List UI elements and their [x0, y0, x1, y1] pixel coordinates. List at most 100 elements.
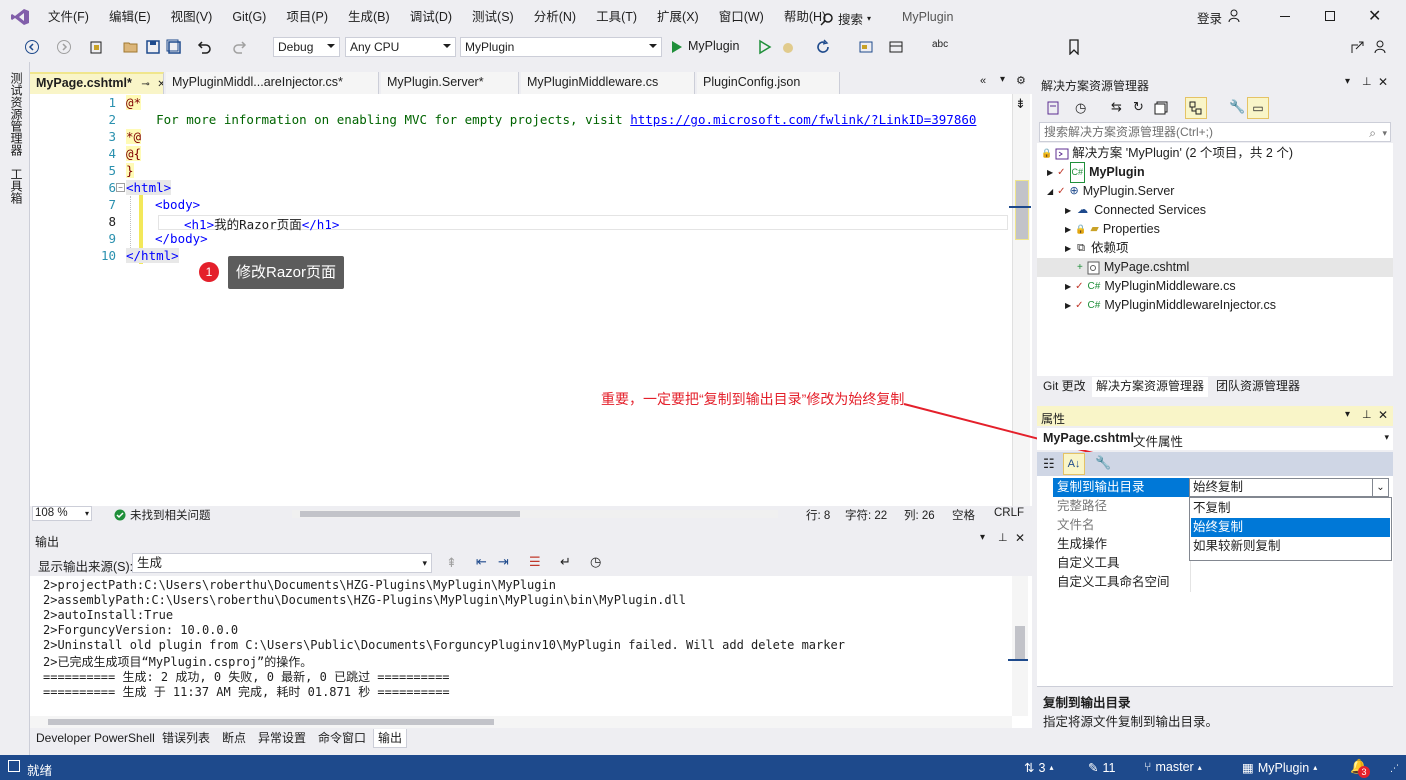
menu-file[interactable]: 文件(F): [38, 0, 99, 34]
tab-plugin-config[interactable]: PluginConfig.json: [697, 72, 840, 94]
menu-window[interactable]: 窗口(W): [709, 0, 774, 34]
code-editor[interactable]: 1 2 3 4 5 6 7 8 9 10 @* For more informa…: [30, 94, 1032, 506]
browser-link-icon[interactable]: [858, 39, 874, 55]
tab-solution-explorer[interactable]: 解决方案资源管理器: [1092, 377, 1209, 397]
fwlink-url[interactable]: https://go.microsoft.com/fwlink/?LinkID=…: [630, 112, 976, 127]
configuration-select[interactable]: Debug: [273, 37, 340, 57]
prop-custom-tool-namespace[interactable]: 自定义工具命名空间: [1053, 573, 1393, 592]
chevron-down-icon[interactable]: ⌄: [1372, 479, 1388, 496]
toolbox-tab[interactable]: 工具箱: [8, 168, 25, 204]
window-position-icon[interactable]: ▾: [980, 532, 985, 543]
pin-icon[interactable]: ⊥: [1362, 75, 1372, 88]
sync-icon[interactable]: ⇆: [1111, 99, 1122, 115]
menu-debug[interactable]: 调试(D): [400, 0, 462, 34]
word-wrap-icon[interactable]: ↵: [560, 554, 571, 570]
output-vertical-scrollbar[interactable]: [1008, 576, 1028, 716]
refresh-icon[interactable]: ↻: [1133, 99, 1144, 115]
tab-breakpoints[interactable]: 断点: [218, 729, 250, 748]
new-project-icon[interactable]: [89, 39, 105, 55]
tab-error-list[interactable]: 错误列表: [158, 729, 214, 748]
tab-overflow-icon[interactable]: «: [980, 75, 986, 87]
tree-connected-services[interactable]: ▶ ☁ Connected Services: [1065, 201, 1206, 220]
tree-mypage-cshtml[interactable]: + MyPage.cshtml: [1077, 258, 1189, 277]
layout-icon[interactable]: [888, 39, 904, 55]
tree-project-server[interactable]: ◢ ✓ ⊕ MyPlugin.Server: [1047, 182, 1174, 201]
scroll-thumb[interactable]: [1015, 180, 1029, 240]
start-run-label[interactable]: MyPlugin: [688, 39, 739, 53]
properties-wrench-icon[interactable]: 🔧: [1229, 99, 1245, 115]
close-tab-icon[interactable]: ✕: [157, 79, 163, 90]
close-icon[interactable]: ✕: [1378, 408, 1388, 422]
zoom-select[interactable]: 108 % ▾: [32, 506, 92, 521]
open-folder-icon[interactable]: [123, 39, 139, 55]
window-position-icon[interactable]: ▾: [1345, 76, 1350, 87]
tab-team-explorer[interactable]: 团队资源管理器: [1212, 377, 1304, 397]
tab-dropdown-icon[interactable]: ▾: [1000, 74, 1005, 85]
tree-middleware-cs[interactable]: ▶ ✓ C# MyPluginMiddleware.cs: [1065, 277, 1236, 296]
alphabetical-icon[interactable]: A↓: [1063, 453, 1085, 475]
output-text[interactable]: 2>projectPath:C:\Users\roberthu\Document…: [30, 576, 1032, 728]
search-icon[interactable]: ⌕: [1369, 124, 1376, 142]
navigate-forward-icon[interactable]: [56, 39, 72, 55]
properties-object-select[interactable]: MyPage.cshtml 文件属性 ▾: [1037, 428, 1393, 450]
prop-value-select[interactable]: 始终复制 ⌄: [1189, 478, 1389, 497]
login-link[interactable]: 登录: [1197, 8, 1222, 27]
copy-option-dropdown[interactable]: 不复制 始终复制 如果较新则复制: [1189, 497, 1392, 561]
tab-middleware-injector[interactable]: MyPluginMiddl...areInjector.cs*: [166, 72, 379, 94]
menu-build[interactable]: 生成(B): [338, 0, 400, 34]
eol-indicator[interactable]: CRLF: [994, 507, 1024, 519]
menu-extensions[interactable]: 扩展(X): [647, 0, 709, 34]
property-pages-icon[interactable]: 🔧: [1095, 455, 1111, 471]
split-icon[interactable]: ⇟: [1015, 96, 1026, 112]
tab-exception-settings[interactable]: 异常设置: [254, 729, 310, 748]
start-without-debug-icon[interactable]: [758, 39, 772, 55]
tab-output[interactable]: 输出: [373, 729, 408, 748]
timestamp-icon[interactable]: ◷: [590, 554, 601, 570]
settings-gear-icon[interactable]: ⚙: [1016, 74, 1026, 87]
window-position-icon[interactable]: ▾: [1345, 409, 1350, 420]
branch-selector[interactable]: ⑂ master ▴: [1144, 760, 1202, 774]
pin-icon[interactable]: ⊥: [1362, 408, 1372, 421]
startup-project-select[interactable]: MyPlugin: [460, 37, 662, 57]
repository-selector[interactable]: ▦ MyPlugin ▴: [1242, 760, 1317, 776]
option-copy-always[interactable]: 始终复制: [1191, 518, 1390, 537]
output-source-select[interactable]: 生成 ▾: [132, 553, 432, 573]
refresh-icon[interactable]: [815, 39, 831, 55]
close-button[interactable]: ✕: [1368, 6, 1381, 26]
minimize-button[interactable]: [1280, 16, 1290, 17]
tab-middleware[interactable]: MyPluginMiddleware.cs: [521, 72, 695, 94]
expand-arrow-icon[interactable]: ▶: [1065, 239, 1071, 258]
expand-arrow-icon[interactable]: ▶: [1065, 201, 1071, 220]
prev-message-icon[interactable]: ⇤: [476, 554, 487, 570]
indent-indicator[interactable]: 空格: [952, 507, 975, 523]
tab-mypage-cshtml[interactable]: MyPage.cshtml* ⊸ ✕: [30, 72, 164, 94]
pending-changes[interactable]: ✎ 11: [1088, 760, 1115, 776]
expand-arrow-icon[interactable]: ▶: [1047, 163, 1053, 182]
tab-plugin-server[interactable]: MyPlugin.Server*: [381, 72, 519, 94]
tree-project-myplugin[interactable]: ▶ ✓ C# MyPlugin: [1047, 162, 1145, 183]
next-message-icon[interactable]: ⇥: [498, 554, 509, 570]
history-icon[interactable]: ◷: [1075, 100, 1086, 116]
save-icon[interactable]: [145, 39, 161, 55]
expand-arrow-icon[interactable]: ▶: [1065, 296, 1071, 315]
menu-tools[interactable]: 工具(T): [586, 0, 647, 34]
undo-icon[interactable]: [196, 39, 212, 55]
option-do-not-copy[interactable]: 不复制: [1191, 499, 1390, 518]
test-explorer-tab[interactable]: 测试资源管理器: [8, 72, 25, 156]
menu-test[interactable]: 测试(S): [462, 0, 524, 34]
prop-copy-to-output[interactable]: 复制到输出目录 始终复制 ⌄: [1053, 478, 1393, 497]
scroll-thumb[interactable]: [300, 511, 520, 517]
platform-select[interactable]: Any CPU: [345, 37, 456, 57]
start-icon[interactable]: [670, 39, 684, 55]
tab-command-window[interactable]: 命令窗口: [314, 729, 370, 748]
redo-icon[interactable]: [232, 39, 248, 55]
scroll-thumb[interactable]: [1015, 626, 1025, 661]
chevron-down-icon[interactable]: ▾: [1382, 124, 1387, 142]
save-all-icon[interactable]: [166, 39, 182, 55]
preview-selected-icon[interactable]: ▭: [1247, 97, 1269, 119]
output-horizontal-scrollbar[interactable]: [30, 716, 1012, 728]
tree-properties[interactable]: ▶ 🔒 ▰ Properties: [1065, 220, 1160, 239]
collapse-toggle[interactable]: −: [116, 183, 125, 192]
close-icon[interactable]: ✕: [1015, 531, 1025, 545]
clear-all-icon[interactable]: ☰: [529, 554, 541, 570]
